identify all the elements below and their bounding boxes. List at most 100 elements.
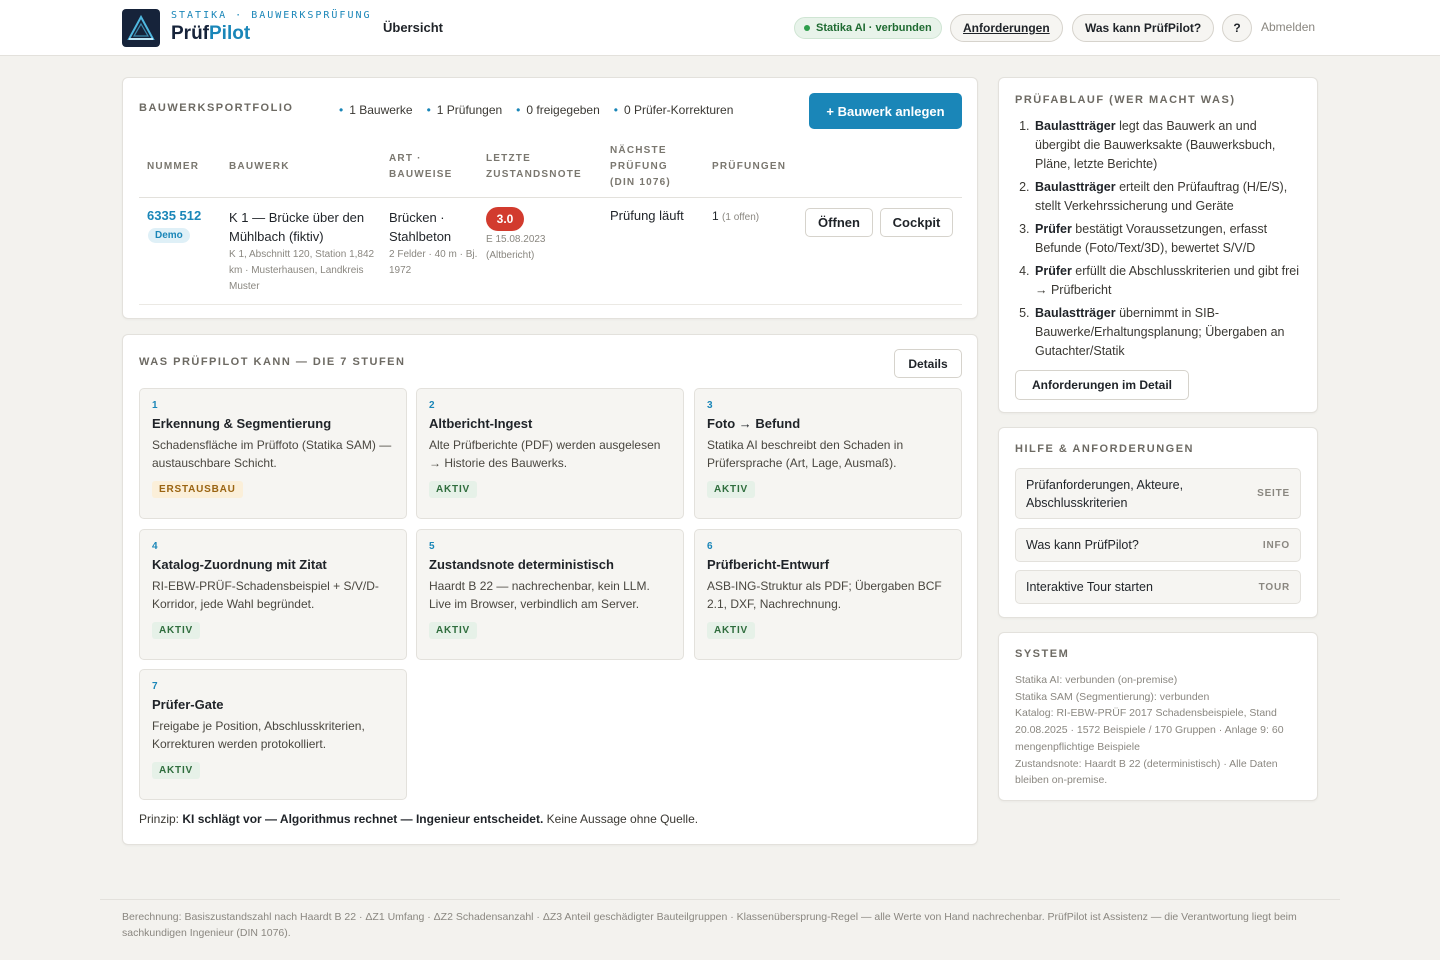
- stage-description: RI-EBW-PRÜF-Schadensbeispiel + S/V/D-Kor…: [152, 579, 379, 611]
- stage-number: 1: [152, 400, 158, 411]
- status-label: Statika AI · verbunden: [816, 22, 932, 34]
- column-header-art-line1: ART ·: [389, 153, 422, 164]
- open-button[interactable]: Öffnen: [805, 208, 873, 237]
- brand-subtitle: STATIKA · BAUWERKSPRÜFUNG: [171, 10, 372, 21]
- step-actor: Baulastträger: [1035, 180, 1116, 194]
- bauwerk-name[interactable]: K 1 — Brücke über den Mühlbach (fiktiv): [229, 208, 377, 246]
- details-button[interactable]: Details: [894, 349, 962, 378]
- stat-pruefungen: 1 Prüfungen: [427, 103, 502, 117]
- nav-overview[interactable]: Übersicht: [383, 20, 443, 35]
- column-header-pruefungen[interactable]: PRÜFUNGEN: [712, 159, 786, 175]
- column-header-art[interactable]: ART · BAUWEISE: [389, 151, 453, 183]
- help-item-label: Was kann PrüfPilot?: [1026, 538, 1139, 552]
- system-lines: Statika AI: verbunden (on-premise) Stati…: [1015, 672, 1303, 789]
- column-header-bauwerk[interactable]: BAUWERK: [229, 159, 290, 175]
- principle-bold: KI schlägt vor — Algorithmus rechnet — I…: [182, 812, 544, 826]
- column-header-next-line2: PRÜFUNG: [610, 161, 668, 172]
- help-item-requirements[interactable]: Prüfanforderungen, Akteure, Abschlusskri…: [1015, 468, 1301, 519]
- principle-lead: Prinzip:: [139, 812, 183, 826]
- stage-title: Altbericht-Ingest: [429, 416, 533, 431]
- cockpit-button[interactable]: Cockpit: [880, 208, 953, 237]
- stage-description: Haardt B 22 — nachrechenbar, kein LLM. L…: [429, 579, 650, 611]
- pruefablauf-card: Prüfablauf (wer macht was) Baulastträger…: [998, 77, 1318, 413]
- principle-tail: Keine Aussage ohne Quelle.: [543, 812, 699, 826]
- brand-name[interactable]: PrüfPilot: [171, 23, 250, 45]
- step-actor: Baulastträger: [1035, 306, 1116, 320]
- help-item-label: Prüfanforderungen, Akteure, Abschlusskri…: [1026, 477, 1184, 510]
- help-item-what-can[interactable]: Was kann PrüfPilot? INFO: [1015, 528, 1301, 562]
- stage-card[interactable]: 6 Prüfbericht-Entwurf ASB-ING-Struktur a…: [694, 529, 962, 660]
- stat-freigegeben: 0 freigegeben: [516, 103, 599, 117]
- stages-card: Was PrüfPilot kann — die 7 Stufen Detail…: [122, 334, 978, 845]
- add-bauwerk-button[interactable]: + Bauwerk anlegen: [809, 93, 962, 129]
- stage-status-badge: AKTIV: [707, 481, 755, 498]
- step-actor: Prüfer: [1035, 222, 1072, 236]
- portfolio-stats: 1 Bauwerke 1 Prüfungen 0 freigegeben 0 P…: [339, 103, 733, 117]
- stage-description: ASB-ING-Struktur als PDF; Übergaben BCF …: [707, 579, 942, 611]
- stage-card[interactable]: 3 Foto → Befund Statika AI beschreibt de…: [694, 388, 962, 519]
- system-title: System: [1015, 648, 1070, 660]
- step-actor: Baulastträger: [1035, 119, 1116, 133]
- stage-card[interactable]: 5 Zustandsnote deterministisch Haardt B …: [416, 529, 684, 660]
- stage-number: 4: [152, 541, 158, 552]
- help-item-tour[interactable]: Interaktive Tour starten TOUR: [1015, 570, 1301, 604]
- stage-description: Statika AI beschreibt den Schaden in Prü…: [707, 438, 904, 470]
- status-dot-icon: [804, 25, 810, 31]
- system-line: Statika AI: verbunden (on-premise): [1015, 674, 1178, 686]
- column-header-note[interactable]: LETZTE ZUSTANDSNOTE: [486, 151, 582, 183]
- stat-korrekturen: 0 Prüfer-Korrekturen: [614, 103, 733, 117]
- list-item: Prüfer erfüllt die Abschlusskriterien un…: [1033, 262, 1305, 300]
- stage-card[interactable]: 2 Altbericht-Ingest Alte Prüfberichte (P…: [416, 388, 684, 519]
- stage-card[interactable]: 7 Prüfer-Gate Freigabe je Position, Absc…: [139, 669, 407, 800]
- column-header-next-line1: NÄCHSTE: [610, 145, 667, 156]
- column-header-note-line2: ZUSTANDSNOTE: [486, 169, 582, 180]
- footer-text: Berechnung: Basiszustandszahl nach Haard…: [122, 911, 1297, 939]
- stage-card[interactable]: 1 Erkennung & Segmentierung Schadensfläc…: [139, 388, 407, 519]
- stage-title: Zustandsnote deterministisch: [429, 557, 614, 572]
- stage-number: 6: [707, 541, 713, 552]
- column-header-art-line2: BAUWEISE: [389, 169, 453, 180]
- stage-title: Prüfbericht-Entwurf: [707, 557, 830, 572]
- help-item-kind: INFO: [1262, 539, 1290, 551]
- table-header-divider: [139, 197, 962, 198]
- stage-status-badge: AKTIV: [707, 622, 755, 639]
- logout-link[interactable]: Abmelden: [1261, 20, 1315, 34]
- stage-number: 7: [152, 681, 158, 692]
- pruefungen-count-value: 1: [712, 209, 719, 223]
- stage-status-badge: AKTIV: [429, 622, 477, 639]
- portfolio-title: Bauwerksportfolio: [139, 102, 294, 114]
- list-item: Baulastträger erteilt den Prüfauftrag (H…: [1033, 178, 1305, 216]
- stage-description: Schadensfläche im Prüffoto (Statika SAM)…: [152, 438, 392, 470]
- connection-status-badge: Statika AI · verbunden: [794, 17, 942, 39]
- help-title: Hilfe & Anforderungen: [1015, 443, 1194, 455]
- help-button[interactable]: ?: [1222, 14, 1252, 42]
- requirements-detail-button[interactable]: Anforderungen im Detail: [1015, 370, 1189, 400]
- column-header-nummer[interactable]: NUMMER: [147, 159, 199, 175]
- stage-title: Prüfer-Gate: [152, 697, 224, 712]
- stage-card[interactable]: 4 Katalog-Zuordnung mit Zitat RI-EBW-PRÜ…: [139, 529, 407, 660]
- stage-status-badge: AKTIV: [152, 762, 200, 779]
- stage-number: 2: [429, 400, 435, 411]
- help-item-kind: TOUR: [1258, 581, 1290, 593]
- footer-divider: [100, 899, 1340, 900]
- table-row-divider: [139, 304, 962, 305]
- principle-text: Prinzip: KI schlägt vor — Algorithmus re…: [139, 812, 698, 826]
- column-header-next[interactable]: NÄCHSTE PRÜFUNG (DIN 1076): [610, 143, 671, 191]
- zustandsnote-source: (Altbericht): [486, 250, 535, 261]
- stages-title: Was PrüfPilot kann — die 7 Stufen: [139, 356, 406, 368]
- pruefablauf-title: Prüfablauf (wer macht was): [1015, 94, 1236, 106]
- help-item-label: Interaktive Tour starten: [1026, 580, 1153, 594]
- stage-number: 3: [707, 400, 713, 411]
- portfolio-card: Bauwerksportfolio 1 Bauwerke 1 Prüfungen…: [122, 77, 978, 319]
- bauwerk-art-meta: 2 Felder · 40 m · Bj. 1972: [389, 249, 478, 276]
- system-line: Zustandsnote: Haardt B 22 (deterministis…: [1015, 757, 1278, 787]
- triangle-logo-icon[interactable]: [122, 9, 160, 47]
- bauwerk-number-link[interactable]: 6335 512: [147, 208, 201, 223]
- system-line: Katalog: RI-EBW-PRÜF 2017 Schadensbeispi…: [1015, 707, 1284, 753]
- top-bar: STATIKA · BAUWERKSPRÜFUNG PrüfPilot Über…: [0, 0, 1440, 56]
- help-card: Hilfe & Anforderungen Prüfanforderungen,…: [998, 427, 1318, 618]
- what-can-button[interactable]: Was kann PrüfPilot?: [1072, 14, 1215, 42]
- brand-name-a: Prüf: [171, 23, 209, 44]
- stage-description: Alte Prüfberichte (PDF) werden ausgelese…: [429, 438, 661, 470]
- requirements-button[interactable]: Anforderungen: [950, 14, 1063, 42]
